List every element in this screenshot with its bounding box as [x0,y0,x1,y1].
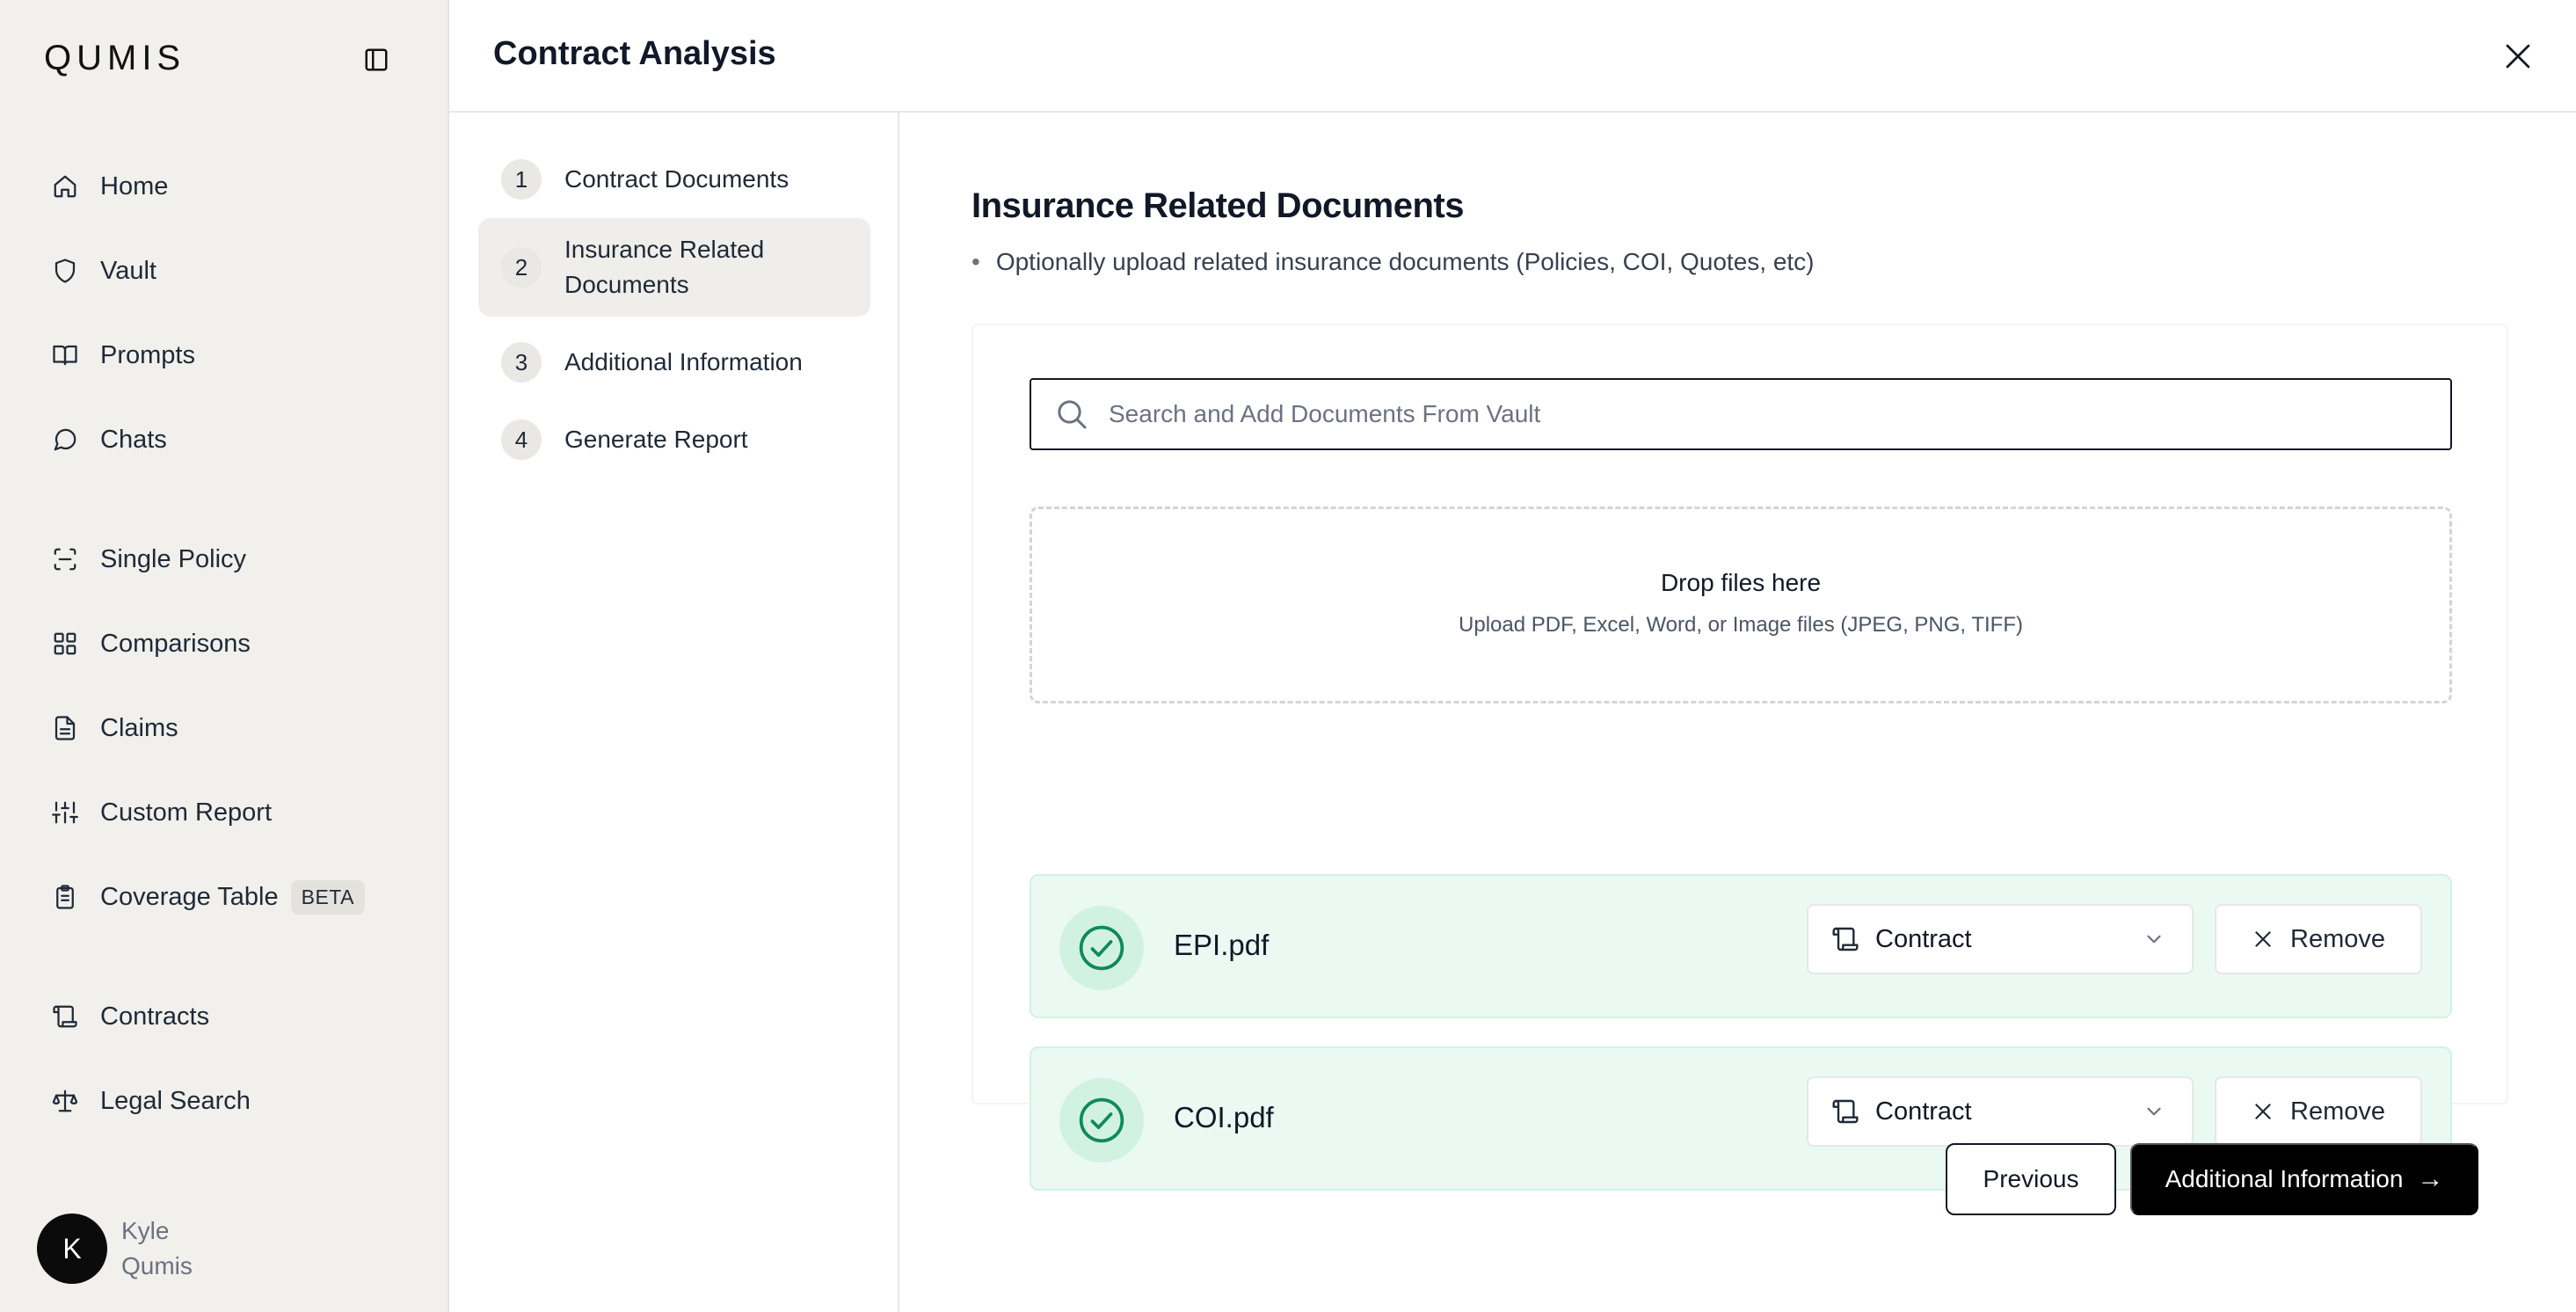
grid-icon [49,628,81,660]
user-last-name: Qumis [121,1252,193,1279]
scroll-icon [49,1001,81,1032]
chevron-down-icon [2143,1100,2165,1123]
remove-label: Remove [2290,1097,2385,1126]
modal-header: Contract Analysis [449,0,2576,113]
file-name: COI.pdf [1174,1101,1274,1133]
wizard-steps: 1 Contract Documents 2 Insurance Related… [449,113,899,1312]
step-number: 4 [501,419,542,460]
section-description: • Optionally upload related insurance doc… [971,248,1815,276]
remove-button[interactable]: Remove [2215,904,2422,974]
scan-icon [49,543,81,575]
sidebar-item-single-policy[interactable]: Single Policy [49,538,246,580]
sidebar-item-prompts[interactable]: Prompts [49,334,195,376]
x-icon [2252,928,2274,951]
step-number: 1 [501,159,542,200]
next-button-label: Additional Information [2165,1165,2404,1192]
sidebar-item-label: Comparisons [100,629,251,658]
sidebar-item-label: Home [100,171,169,200]
sidebar-item-coverage-table[interactable]: Coverage Table BETA [49,876,365,918]
user-first-name: Kyle [121,1217,170,1244]
sidebar-item-comparisons[interactable]: Comparisons [49,623,251,665]
search-icon [1054,397,1089,432]
sidebar-item-label: Contracts [100,1002,210,1031]
home-icon [49,171,81,202]
step-label: Additional Information [564,348,803,375]
check-circle-icon [1059,1078,1144,1163]
dropzone-subtitle: Upload PDF, Excel, Word, or Image files … [1459,613,2023,637]
document-type-select[interactable]: Contract [1807,904,2194,974]
remove-button[interactable]: Remove [2215,1076,2422,1147]
sidebar-item-claims[interactable]: Claims [49,707,178,749]
sidebar: QUMIS Home Vault Prompts Chats Single Po… [0,0,449,1312]
step-label: Insurance Related Documents [564,236,765,298]
book-icon [49,339,81,371]
page-title: Contract Analysis [493,35,776,72]
sidebar-item-label: Legal Search [100,1086,251,1115]
step-number: 3 [501,342,542,383]
scroll-icon [1831,925,1859,953]
sidebar-item-contracts[interactable]: Contracts [49,995,209,1038]
chevron-down-icon [2143,928,2165,951]
file-name: EPI.pdf [1174,929,1270,961]
step-contract-documents[interactable]: 1 Contract Documents [478,155,870,204]
app-logo: QUMIS [44,39,186,77]
sidebar-item-custom-report[interactable]: Custom Report [49,791,272,834]
sidebar-item-label: Vault [100,256,156,285]
description-text: Optionally upload related insurance docu… [995,248,1815,275]
close-icon[interactable] [2500,39,2536,74]
step-additional-information[interactable]: 3 Additional Information [478,338,870,387]
previous-button[interactable]: Previous [1946,1143,2116,1215]
vault-search[interactable] [1030,378,2452,450]
sidebar-toggle-icon[interactable] [360,44,392,76]
sidebar-item-chats[interactable]: Chats [49,419,167,461]
clipboard-icon [49,881,81,913]
file-dropzone[interactable]: Drop files here Upload PDF, Excel, Word,… [1030,507,2452,703]
check-circle-icon [1059,906,1144,990]
sidebar-item-label: Custom Report [100,798,273,827]
shield-icon [49,255,81,287]
uploaded-file-row: EPI.pdf Contract Remove [1030,874,2452,1018]
avatar: K [37,1214,107,1284]
beta-badge: BETA [290,879,365,915]
step-insurance-related-documents[interactable]: 2 Insurance Related Documents [478,218,870,317]
upload-panel: Drop files here Upload PDF, Excel, Word,… [971,324,2508,1191]
sidebar-item-vault[interactable]: Vault [49,250,156,292]
user-profile[interactable]: K Kyle Qumis [37,1214,209,1284]
scroll-icon [1831,1097,1859,1126]
sliders-icon [49,797,81,828]
next-button[interactable]: Additional Information → [2130,1143,2478,1215]
sidebar-item-label: Single Policy [100,544,247,573]
x-icon [2252,1100,2274,1123]
user-name: Kyle Qumis [121,1214,209,1284]
scale-icon [49,1085,81,1117]
select-value: Contract [1875,924,1972,953]
sidebar-item-label: Chats [100,425,167,454]
sidebar-item-label: Prompts [100,340,195,369]
bullet: • [971,248,980,275]
dropzone-title: Drop files here [1660,569,1822,596]
chat-icon [49,424,81,456]
search-input[interactable] [1109,400,2383,428]
arrow-right-icon: → [2417,1164,2444,1193]
step-generate-report[interactable]: 4 Generate Report [478,415,870,464]
step-label: Generate Report [564,426,748,453]
document-type-select[interactable]: Contract [1807,1076,2194,1147]
sidebar-item-label: Claims [100,713,178,742]
step-number: 2 [501,247,542,288]
step-label: Contract Documents [564,165,790,193]
sidebar-item-home[interactable]: Home [49,165,168,208]
select-value: Contract [1875,1097,1972,1126]
main-content: Insurance Related Documents • Optionally … [899,113,2576,1312]
remove-label: Remove [2290,924,2385,953]
document-icon [49,712,81,744]
section-title: Insurance Related Documents [971,186,1465,225]
sidebar-item-label: Coverage Table [100,882,279,911]
sidebar-item-legal-search[interactable]: Legal Search [49,1080,251,1122]
